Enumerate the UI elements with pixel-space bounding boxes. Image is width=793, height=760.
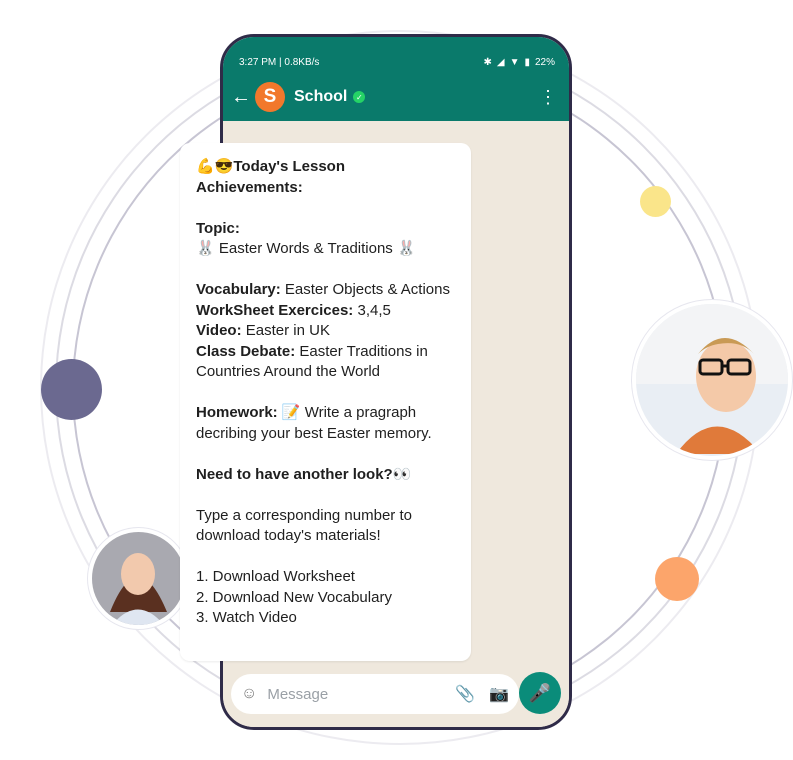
status-icons: ✱ ◢ ▼ ▮ 22% — [483, 57, 555, 68]
message-option-2[interactable]: 2. Download New Vocabulary — [196, 588, 455, 609]
camera-icon[interactable]: 📷 — [489, 684, 509, 704]
message-option-1[interactable]: 1. Download Worksheet — [196, 567, 455, 588]
more-options-icon[interactable]: ⋮ — [539, 88, 557, 106]
decorative-dot-orange — [655, 557, 699, 601]
battery-icon: ▮ — [524, 56, 530, 68]
message-input-bar[interactable]: ☺ Message 📎 📷 — [231, 674, 519, 714]
message-topic-label: Topic: — [196, 219, 240, 237]
message-option-3[interactable]: 3. Watch Video — [196, 608, 455, 629]
message-lookagain: Need to have another look?👀 — [196, 465, 412, 483]
chat-header: 3:27 PM | 0.8KB/s ✱ ◢ ▼ ▮ 22% ← S School… — [223, 37, 569, 121]
message-input[interactable]: Message — [267, 686, 455, 703]
chat-title-bar: ← S School ✓ ⋮ — [223, 79, 569, 115]
emoji-icon[interactable]: ☺ — [241, 685, 257, 703]
attach-icon[interactable]: 📎 — [455, 684, 475, 704]
chat-avatar-letter: S — [263, 86, 277, 107]
teacher-avatar — [88, 528, 189, 629]
verified-icon: ✓ — [353, 91, 366, 103]
battery-level: 22% — [534, 56, 555, 68]
back-arrow-icon[interactable]: ← — [231, 87, 251, 107]
signal-icon: ◢ — [496, 56, 505, 68]
message-instructions: Type a corresponding number to download … — [196, 506, 412, 545]
chat-name[interactable]: School — [294, 88, 347, 106]
message-topic-value: 🐰 Easter Words & Traditions 🐰 — [196, 240, 416, 257]
decorative-dot-purple — [41, 359, 102, 420]
student-avatar — [632, 300, 792, 460]
chat-avatar[interactable]: S — [255, 82, 285, 112]
message-video: Video: Easter in UK — [196, 322, 330, 339]
wifi-icon: ▼ — [509, 56, 520, 68]
message-title: 💪😎Today's Lesson Achievements: — [196, 158, 346, 196]
mic-button[interactable]: 🎤 — [519, 672, 561, 714]
message-bubble: 💪😎Today's Lesson Achievements: Topic: 🐰 … — [180, 143, 471, 661]
decorative-dot-yellow — [640, 186, 671, 217]
message-worksheet: WorkSheet Exercices: 3,4,5 — [196, 301, 391, 319]
message-homework: Homework: 📝 Write a pragraph decribing y… — [196, 404, 432, 442]
status-time: 3:27 PM | 0.8KB/s — [239, 56, 320, 68]
status-bar: 3:27 PM | 0.8KB/s ✱ ◢ ▼ ▮ 22% — [239, 54, 555, 70]
message-vocab: Vocabulary: Easter Objects & Actions — [196, 281, 450, 298]
bluetooth-icon: ✱ — [483, 56, 492, 68]
message-debate: Class Debate: Easter Traditions in Count… — [196, 342, 428, 381]
